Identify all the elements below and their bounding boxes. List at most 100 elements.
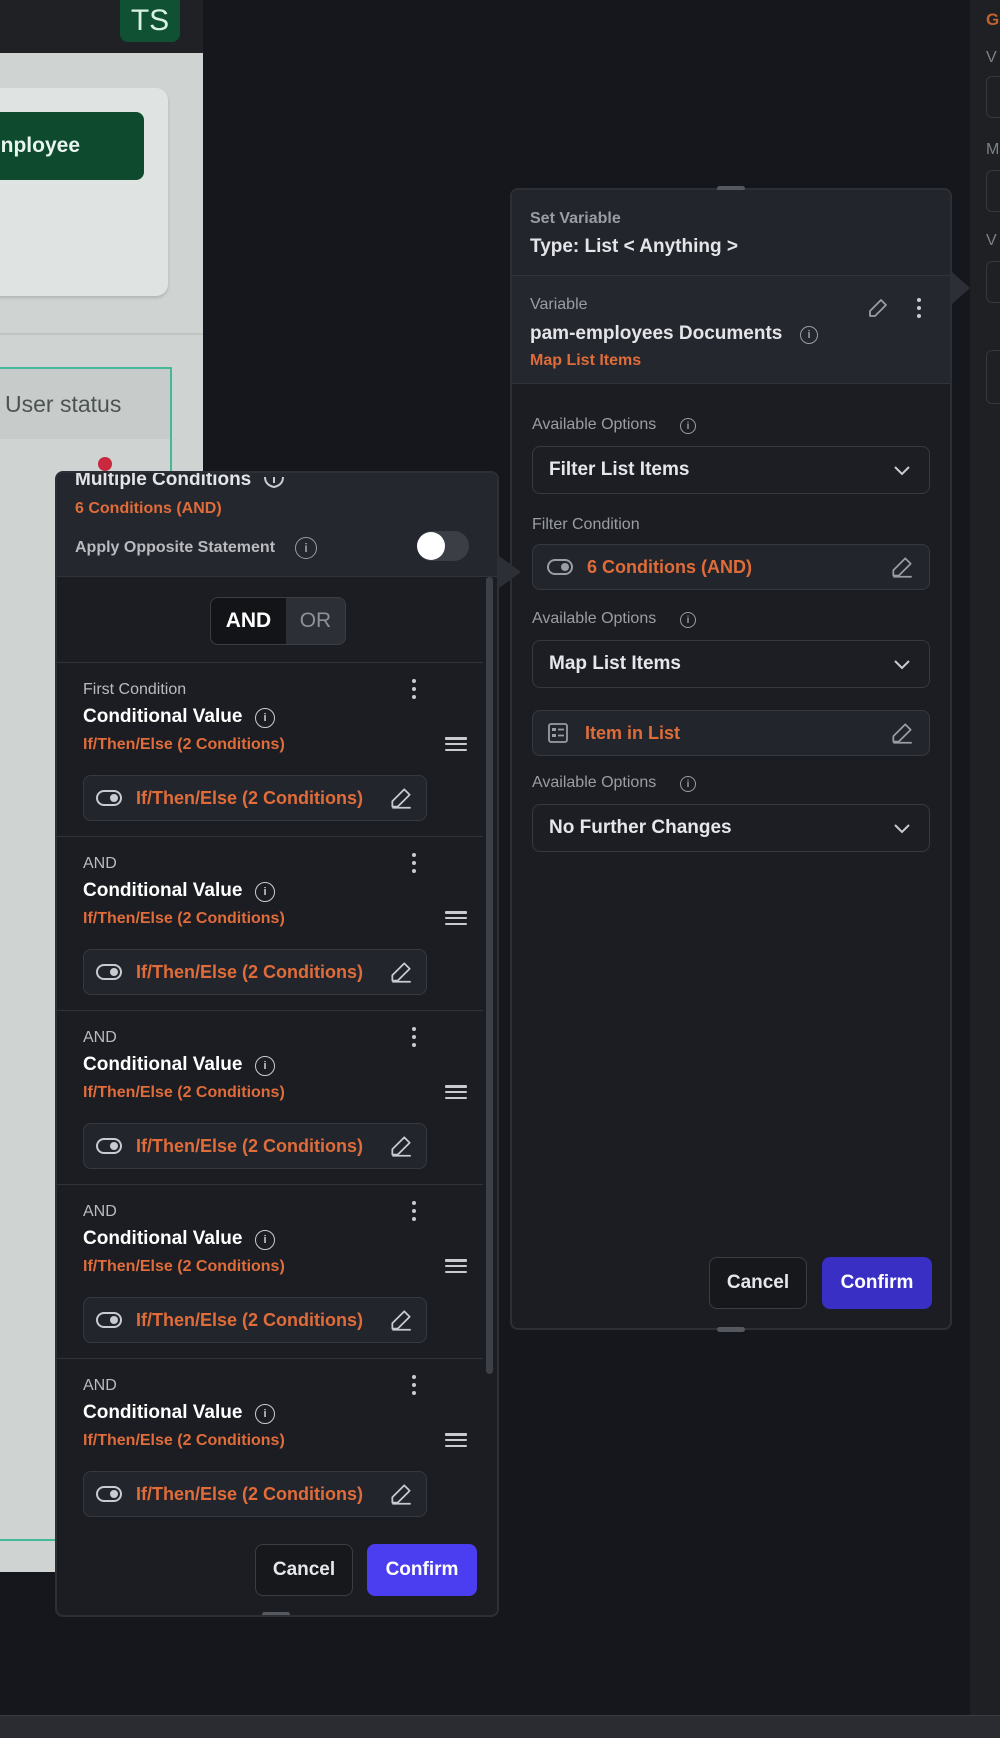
set-variable-panel: Set Variable Type: List < Anything > Var… bbox=[510, 186, 952, 1332]
edit-icon[interactable] bbox=[388, 1481, 414, 1507]
resize-handle-bottom[interactable] bbox=[717, 1327, 745, 1332]
condition-title: Conditional Value bbox=[83, 1228, 243, 1249]
condition-value-field[interactable]: If/Then/Else (2 Conditions) bbox=[83, 1297, 427, 1343]
condition-item: First Condition Conditional Value i If/T… bbox=[57, 662, 483, 836]
item-in-list-field[interactable]: Item in List bbox=[532, 710, 930, 756]
user-status-header: User status bbox=[0, 369, 170, 439]
filter-condition-label: Filter Condition bbox=[532, 516, 640, 533]
condition-title: Conditional Value bbox=[83, 880, 243, 901]
or-option[interactable]: OR bbox=[286, 598, 345, 644]
info-icon[interactable]: i bbox=[255, 1056, 275, 1076]
toggle-icon bbox=[96, 1138, 122, 1154]
condition-prefix: AND bbox=[83, 1377, 117, 1394]
more-options-icon[interactable] bbox=[411, 853, 417, 873]
apply-opposite-label: Apply Opposite Statement bbox=[75, 539, 276, 556]
condition-value-field[interactable]: If/Then/Else (2 Conditions) bbox=[83, 775, 427, 821]
variable-label: Variable bbox=[530, 296, 588, 313]
toggle-icon bbox=[96, 1486, 122, 1502]
variable-name: pam-employees Documents bbox=[530, 323, 783, 344]
toggle-icon bbox=[547, 559, 573, 575]
panel-pointer bbox=[499, 556, 521, 588]
available-options-dropdown[interactable]: Filter List Items bbox=[532, 446, 930, 494]
drag-handle-icon[interactable] bbox=[445, 1085, 467, 1099]
more-options-icon[interactable] bbox=[411, 679, 417, 699]
condition-value-field[interactable]: If/Then/Else (2 Conditions) bbox=[83, 949, 427, 995]
properties-label: V bbox=[986, 49, 997, 66]
variable-type: Type: List < Anything > bbox=[530, 236, 738, 257]
properties-input[interactable] bbox=[986, 170, 1000, 212]
condition-value-field[interactable]: If/Then/Else (2 Conditions) bbox=[83, 1471, 427, 1517]
info-icon[interactable]: i bbox=[680, 418, 696, 434]
toggle-knob bbox=[417, 532, 445, 560]
confirm-button[interactable]: Confirm bbox=[367, 1544, 477, 1596]
available-options-dropdown[interactable]: Map List Items bbox=[532, 640, 930, 688]
chevron-down-icon bbox=[894, 824, 910, 834]
condition-value: If/Then/Else (2 Conditions) bbox=[136, 1309, 364, 1330]
condition-subtitle: If/Then/Else (2 Conditions) bbox=[83, 1084, 285, 1101]
confirm-button[interactable]: Confirm bbox=[822, 1257, 932, 1309]
scrollbar[interactable] bbox=[486, 577, 493, 1374]
conditions-header: Multiple Conditions 6 Conditions (AND) A… bbox=[57, 473, 497, 577]
condition-subtitle: If/Then/Else (2 Conditions) bbox=[83, 736, 285, 753]
cancel-button[interactable]: Cancel bbox=[255, 1544, 353, 1596]
info-icon[interactable]: i bbox=[255, 1230, 275, 1250]
condition-value: If/Then/Else (2 Conditions) bbox=[136, 1483, 364, 1504]
condition-item: AND Conditional Value i If/Then/Else (2 … bbox=[57, 836, 483, 1010]
more-options-icon[interactable] bbox=[916, 298, 922, 318]
properties-strip bbox=[970, 0, 1000, 1715]
available-options-dropdown[interactable]: No Further Changes bbox=[532, 804, 930, 852]
drag-handle-icon[interactable] bbox=[445, 737, 467, 751]
filter-condition-field[interactable]: 6 Conditions (AND) bbox=[532, 544, 930, 590]
conditions-title: Multiple Conditions bbox=[75, 471, 252, 490]
toggle-icon bbox=[96, 790, 122, 806]
properties-button[interactable] bbox=[986, 350, 1000, 404]
drag-handle-icon[interactable] bbox=[445, 911, 467, 925]
condition-value-field[interactable]: If/Then/Else (2 Conditions) bbox=[83, 1123, 427, 1169]
more-options-icon[interactable] bbox=[411, 1375, 417, 1395]
condition-prefix: AND bbox=[83, 1029, 117, 1046]
and-option[interactable]: AND bbox=[211, 598, 286, 644]
condition-subtitle: If/Then/Else (2 Conditions) bbox=[83, 1432, 285, 1449]
info-icon[interactable]: i bbox=[255, 882, 275, 902]
edit-icon[interactable] bbox=[889, 554, 915, 580]
edit-icon[interactable] bbox=[388, 1133, 414, 1159]
cancel-button[interactable]: Cancel bbox=[709, 1257, 807, 1309]
condition-item: AND Conditional Value i If/Then/Else (2 … bbox=[57, 1358, 483, 1532]
properties-input[interactable] bbox=[986, 261, 1000, 303]
drag-handle-icon[interactable] bbox=[445, 1433, 467, 1447]
edit-icon[interactable] bbox=[388, 785, 414, 811]
edit-icon[interactable] bbox=[889, 720, 915, 746]
more-options-icon[interactable] bbox=[411, 1201, 417, 1221]
properties-input[interactable] bbox=[986, 76, 1000, 118]
divider bbox=[0, 333, 203, 335]
condition-subtitle: If/Then/Else (2 Conditions) bbox=[83, 1258, 285, 1275]
status-dot bbox=[98, 457, 112, 471]
panel-kicker: Set Variable bbox=[530, 210, 621, 227]
resize-handle-bottom[interactable] bbox=[262, 1612, 290, 1615]
logic-segmented-control[interactable]: AND OR bbox=[210, 597, 346, 645]
toggle-icon bbox=[96, 1312, 122, 1328]
dropdown-value: Filter List Items bbox=[549, 459, 690, 480]
avatar[interactable]: TS bbox=[120, 0, 180, 42]
employee-button[interactable]: nployee bbox=[0, 112, 144, 180]
edit-icon[interactable] bbox=[866, 296, 890, 320]
multiple-conditions-panel: Multiple Conditions 6 Conditions (AND) A… bbox=[55, 471, 499, 1617]
edit-icon[interactable] bbox=[388, 959, 414, 985]
drag-handle-icon[interactable] bbox=[445, 1259, 467, 1273]
info-icon[interactable]: i bbox=[680, 776, 696, 792]
variable-subtitle: Map List Items bbox=[530, 352, 642, 369]
info-icon[interactable] bbox=[263, 473, 285, 491]
info-icon[interactable]: i bbox=[800, 326, 818, 344]
item-in-list-value: Item in List bbox=[585, 722, 681, 743]
chevron-down-icon bbox=[894, 466, 910, 476]
info-icon[interactable]: i bbox=[680, 612, 696, 628]
info-icon[interactable]: i bbox=[255, 708, 275, 728]
info-icon[interactable]: i bbox=[295, 537, 317, 559]
edit-icon[interactable] bbox=[388, 1307, 414, 1333]
available-options-label: Available Options bbox=[532, 416, 657, 433]
apply-opposite-toggle[interactable] bbox=[417, 531, 469, 561]
more-options-icon[interactable] bbox=[411, 1027, 417, 1047]
list-item-icon bbox=[548, 723, 568, 743]
condition-title: Conditional Value bbox=[83, 706, 243, 727]
info-icon[interactable]: i bbox=[255, 1404, 275, 1424]
